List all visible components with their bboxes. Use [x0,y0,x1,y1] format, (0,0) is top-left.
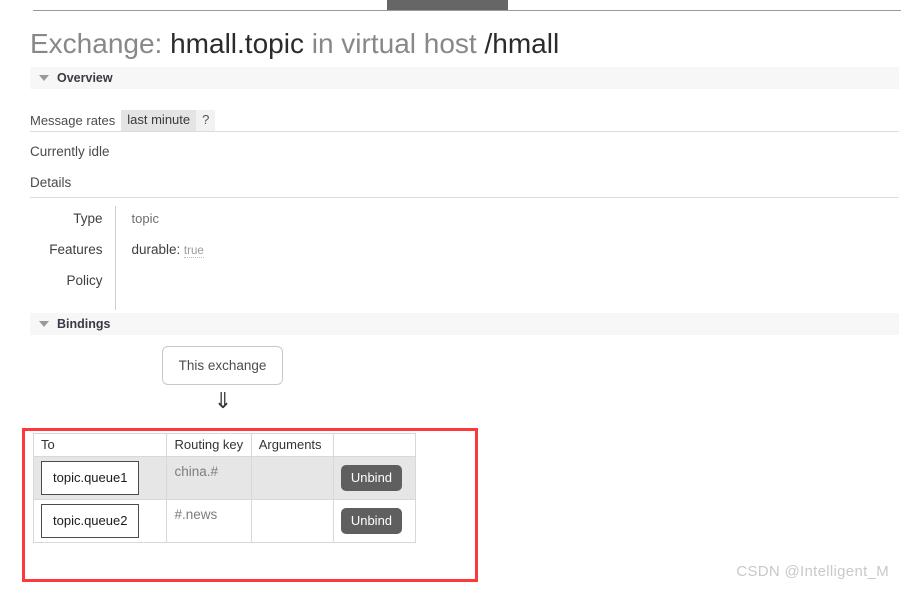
column-header-arguments[interactable]: Arguments [250,433,334,457]
exchange-name: hmall.topic [170,28,304,59]
details-row-features: Features durable: true [30,237,365,268]
queue-link-topic-queue1[interactable]: topic.queue1 [41,461,140,495]
section-header-bindings[interactable]: Bindings [30,313,899,335]
details-key-features: Features [49,242,103,257]
binding-arguments-cell [250,499,334,543]
rate-help-icon[interactable]: ? [196,110,216,131]
details-table: Type topic Features durable: true Policy [30,206,365,310]
section-label-bindings: Bindings [57,317,111,331]
vhost-name: /hmall [484,28,560,59]
details-key-policy: Policy [66,273,103,288]
queue-link-topic-queue2[interactable]: topic.queue2 [41,504,140,538]
bindings-table: To Routing key Arguments topic.queue1 ch… [32,433,417,543]
down-arrow-icon: ⇓ [213,388,233,413]
feature-key-durable: durable: [131,242,181,257]
binding-action-cell: Unbind [332,499,417,543]
column-header-actions [332,433,417,457]
table-row: topic.queue1 china.# Unbind [32,456,417,500]
binding-action-cell: Unbind [332,456,417,500]
details-row-type: Type topic [30,206,365,237]
bindings-table-header-row: To Routing key Arguments [32,433,417,457]
page-title-middle: in virtual host [303,28,485,59]
unbind-button[interactable]: Unbind [340,508,403,534]
column-header-routing-key[interactable]: Routing key [166,433,252,457]
details-row-policy: Policy [30,268,365,310]
message-rates-row: Message rates last minute ? [30,109,899,132]
column-header-to[interactable]: To [32,433,168,457]
chevron-down-icon [39,321,49,327]
page-title: Exchange: hmall.topic in virtual host /h… [30,27,559,61]
page-title-prefix: Exchange: [30,28,171,59]
rate-period-last-minute[interactable]: last minute [121,110,197,131]
details-value-type: topic [114,206,365,237]
binding-to-cell: topic.queue1 [32,456,168,500]
details-value-policy [114,268,365,310]
exchange-detail-page: Exchange: hmall.topic in virtual host /h… [0,0,901,595]
active-browser-tab[interactable] [387,0,508,10]
feature-value-durable: true [183,245,204,258]
status-text-idle: Currently idle [30,144,110,159]
binding-routing-key-cell: china.# [166,456,252,500]
section-header-overview[interactable]: Overview [30,67,899,89]
this-exchange-label: This exchange [178,358,267,373]
details-label: Details [30,175,72,190]
chevron-down-icon [39,75,49,81]
binding-to-cell: topic.queue2 [32,499,168,543]
details-value-features: durable: true [114,237,365,268]
message-rates-label: Message rates [30,113,116,128]
binding-arguments-cell [250,456,334,500]
section-label-overview: Overview [57,71,113,85]
top-divider [33,10,901,11]
watermark-text: CSDN @Intelligent_M [736,563,889,580]
details-key-type: Type [73,211,103,226]
binding-routing-key-cell: #.news [166,499,252,543]
this-exchange-node[interactable]: This exchange [162,346,283,385]
details-divider [30,197,899,198]
table-row: topic.queue2 #.news Unbind [32,499,417,543]
unbind-button[interactable]: Unbind [340,465,403,491]
